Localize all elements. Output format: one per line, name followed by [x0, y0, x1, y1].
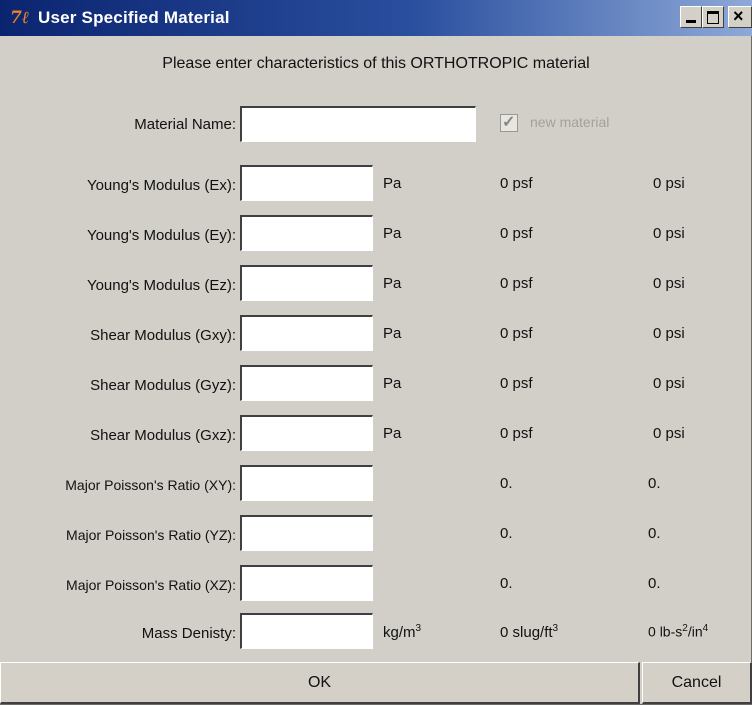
checkmark-icon: ✓ — [502, 114, 516, 131]
property-psi-value: 0 psi — [653, 275, 685, 292]
property-psf-value: 0 psf — [500, 425, 533, 442]
mass-density-lb-in: 0 lb-s2/in4 — [648, 623, 709, 640]
property-field[interactable] — [240, 565, 373, 601]
material-name-field[interactable] — [240, 106, 476, 142]
property-psi-value: 0. — [648, 525, 661, 542]
property-psi-value: 0. — [648, 575, 661, 592]
property-psf-value: 0 psf — [500, 375, 533, 392]
dialog-window: 7ℓ User Specified Material × Please ente… — [0, 0, 752, 705]
property-unit: Pa — [383, 225, 402, 242]
maximize-button[interactable] — [702, 6, 724, 28]
mass-density-slug: 0 slug/ft3 — [500, 623, 559, 641]
property-psi-value: 0 psi — [653, 325, 685, 342]
property-psf-value: 0. — [500, 575, 513, 592]
property-unit: Pa — [383, 275, 402, 292]
property-label: Major Poisson's Ratio (XZ): — [66, 577, 236, 593]
property-unit: Pa — [383, 325, 402, 342]
property-field[interactable] — [240, 465, 373, 501]
property-unit: Pa — [383, 175, 402, 192]
property-field[interactable] — [240, 515, 373, 551]
property-psf-value: 0 psf — [500, 275, 533, 292]
property-psf-value: 0. — [500, 525, 513, 542]
property-label: Shear Modulus (Gxy): — [90, 327, 236, 344]
property-psi-value: 0 psi — [653, 375, 685, 392]
mass-density-field[interactable] — [240, 613, 373, 649]
property-label: Major Poisson's Ratio (YZ): — [66, 527, 236, 543]
ok-button[interactable]: OK — [0, 662, 640, 704]
property-field[interactable] — [240, 165, 373, 201]
new-material-checkbox[interactable]: ✓ — [500, 114, 518, 132]
window-title: User Specified Material — [38, 8, 230, 27]
property-psi-value: 0 psi — [653, 425, 685, 442]
property-label: Shear Modulus (Gxz): — [90, 427, 236, 444]
property-psf-value: 0 psf — [500, 175, 533, 192]
close-icon: × — [733, 6, 744, 26]
property-unit: Pa — [383, 425, 402, 442]
property-psf-value: 0 psf — [500, 225, 533, 242]
property-label: Major Poisson's Ratio (XY): — [65, 477, 236, 493]
instructions-text: Please enter characteristics of this ORT… — [162, 55, 590, 72]
property-field[interactable] — [240, 415, 373, 451]
property-label: Young's Modulus (Ez): — [86, 277, 236, 294]
close-button[interactable]: × — [728, 6, 752, 28]
material-name-label: Material Name: — [134, 116, 236, 133]
property-unit: Pa — [383, 375, 402, 392]
property-psi-value: 0 psi — [653, 175, 685, 192]
property-psf-value: 0. — [500, 475, 513, 492]
property-label: Young's Modulus (Ey): — [86, 227, 236, 244]
property-psi-value: 0. — [648, 475, 661, 492]
property-label: Shear Modulus (Gyz): — [90, 377, 236, 394]
new-material-label: new material — [530, 114, 610, 130]
property-field[interactable] — [240, 265, 373, 301]
minimize-button[interactable] — [680, 6, 702, 28]
property-label: Young's Modulus (Ex): — [86, 177, 236, 194]
mass-density-label: Mass Denisty: — [141, 625, 236, 642]
property-psi-value: 0 psi — [653, 225, 685, 242]
title-bar[interactable]: 7ℓ User Specified Material × — [0, 0, 752, 36]
property-field[interactable] — [240, 315, 373, 351]
property-field[interactable] — [240, 365, 373, 401]
property-field[interactable] — [240, 215, 373, 251]
mass-density-unit: kg/m3 — [383, 623, 422, 641]
property-psf-value: 0 psf — [500, 325, 533, 342]
tk-app-icon: 7ℓ — [10, 8, 30, 28]
cancel-button[interactable]: Cancel — [642, 662, 752, 704]
